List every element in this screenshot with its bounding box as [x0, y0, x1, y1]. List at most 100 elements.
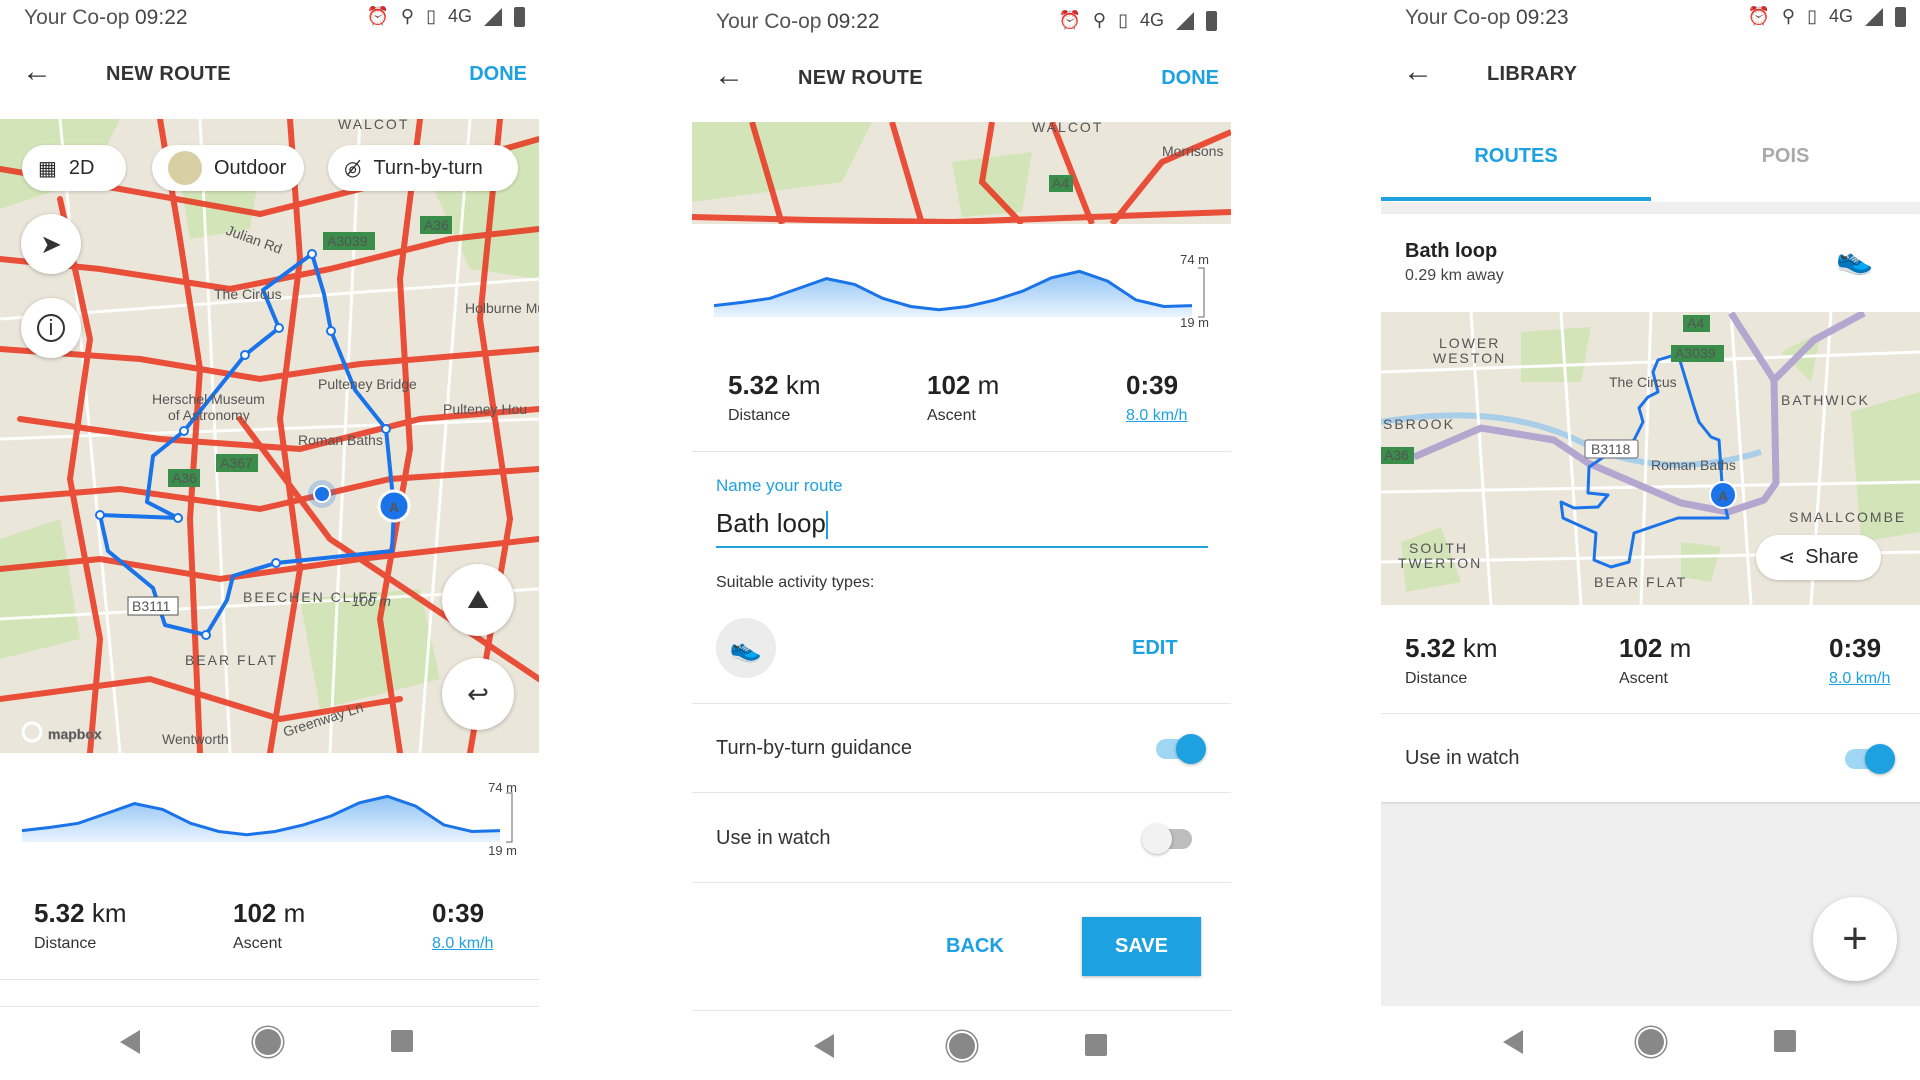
info-icon: i — [37, 314, 65, 342]
svg-text:WALCOT: WALCOT — [1032, 122, 1103, 135]
route-name-label: Name your route — [716, 476, 843, 495]
nav-back-icon[interactable] — [814, 1034, 834, 1058]
alarm-icon: ⏰ — [1058, 10, 1081, 30]
svg-text:100 m: 100 m — [352, 593, 391, 609]
svg-text:Roman Baths: Roman Baths — [298, 432, 383, 448]
nav-home-icon[interactable] — [255, 1029, 281, 1055]
turn-by-turn-toggle[interactable] — [1156, 734, 1206, 764]
map-style-outdoor-button[interactable]: Outdoor — [152, 145, 304, 191]
page-title: LIBRARY — [1487, 63, 1578, 85]
elevation-chart — [21, 792, 513, 843]
locate-me-button[interactable]: ➤ — [21, 214, 81, 274]
turn-by-turn-toggle-button[interactable]: ◎̸ Turn-by-turn — [328, 145, 518, 191]
return-to-start-button[interactable]: ↩ — [442, 658, 514, 730]
undo-arrow-icon: ↩ — [467, 678, 489, 709]
route-map[interactable]: A WALCOT Julian Rd A3039 A36 The Circus … — [0, 119, 539, 753]
battery-icon — [1895, 6, 1906, 27]
activity-types-label: Suitable activity types: — [716, 574, 875, 591]
navigation-arrow-icon: ➤ — [40, 228, 62, 259]
running-shoe-icon: 👟 — [716, 618, 776, 678]
nav-recents-icon[interactable] — [391, 1030, 413, 1052]
speed-link[interactable]: 8.0 km/h — [1829, 670, 1890, 688]
running-shoe-icon: 👟 — [1836, 243, 1874, 276]
edit-activity-button[interactable]: EDIT — [1132, 637, 1178, 660]
mountain-tree-icon: ⛰ — [467, 584, 489, 614]
app-header: ← NEW ROUTE DONE — [692, 56, 1231, 102]
svg-text:A: A — [389, 499, 399, 515]
svg-text:Holburne Museum: Holburne Museum — [465, 300, 539, 316]
location-icon: ⚲ — [1781, 6, 1796, 26]
route-stats: 5.32 km Distance 102 m Ascent 0:39 8.0 km/h — [728, 370, 1188, 425]
nav-recents-icon[interactable] — [1085, 1034, 1107, 1056]
vibrate-icon: ▯ — [426, 6, 436, 26]
speed-link[interactable]: 8.0 km/h — [1126, 407, 1187, 425]
nav-home-icon[interactable] — [1638, 1029, 1664, 1055]
status-time: 09:22 — [135, 6, 188, 29]
svg-text:Morrisons: Morrisons — [1162, 143, 1223, 159]
tab-pois[interactable]: POIS — [1651, 145, 1920, 168]
network-type: 4G — [447, 6, 472, 26]
add-route-button[interactable]: + — [1813, 897, 1897, 981]
tab-routes[interactable]: ROUTES — [1381, 145, 1651, 168]
duration-value: 0:39 — [432, 898, 485, 928]
new-route-map-screen: Your Co-op 09:22 ⏰ ⚲ ▯ 4G ← NEW ROUTE DONE — [0, 0, 539, 1080]
route-distance-away: 0.29 km away — [1405, 267, 1504, 284]
route-card[interactable]: Bath loop 0.29 km away 👟 A LOWER WESTON — [1381, 214, 1920, 802]
app-header: ← NEW ROUTE DONE — [0, 52, 539, 98]
share-button[interactable]: ⋖ Share — [1756, 535, 1881, 580]
use-in-watch-toggle[interactable] — [1845, 744, 1895, 774]
map-canvas: A WALCOT Julian Rd A3039 A36 The Circus … — [0, 119, 539, 753]
divider — [692, 882, 1231, 883]
svg-text:A: A — [1718, 488, 1728, 504]
elevation-profile: 74 m 19 m — [692, 246, 1231, 336]
back-arrow-icon[interactable]: ← — [714, 61, 748, 92]
done-button[interactable]: DONE — [469, 63, 527, 86]
eye-off-icon: ◎̸ — [344, 157, 362, 180]
status-bar: Your Co-op 09:22 ⏰ ⚲ ▯ 4G — [692, 4, 1231, 42]
ascent-value: 102 — [233, 898, 277, 928]
svg-text:LOWER: LOWER — [1439, 335, 1500, 351]
page-title: NEW ROUTE — [798, 67, 923, 89]
nav-home-icon[interactable] — [949, 1033, 975, 1059]
use-in-watch-toggle[interactable] — [1142, 824, 1192, 854]
svg-text:BATHWICK: BATHWICK — [1781, 392, 1870, 408]
done-button[interactable]: DONE — [1161, 67, 1219, 90]
svg-text:TWERTON: TWERTON — [1398, 555, 1482, 571]
status-bar: Your Co-op 09:23 ⏰ ⚲ ▯ 4G — [1381, 0, 1920, 38]
route-map-thumbnail[interactable]: A LOWER WESTON The Circus A4 A3039 BATHW… — [1381, 312, 1920, 605]
svg-text:The Circus: The Circus — [1609, 374, 1677, 390]
nav-recents-icon[interactable] — [1774, 1030, 1796, 1052]
divider — [1381, 713, 1920, 714]
svg-text:A3039: A3039 — [1675, 345, 1716, 361]
carrier-name: Your Co-op — [24, 6, 130, 29]
elevation-range-bracket — [506, 792, 513, 843]
signal-icon — [1176, 11, 1194, 30]
svg-text:WALCOT: WALCOT — [338, 119, 409, 132]
divider — [692, 451, 1231, 452]
svg-text:SMALLCOMBE: SMALLCOMBE — [1789, 509, 1906, 525]
svg-text:Wentworth: Wentworth — [162, 731, 229, 747]
save-button[interactable]: SAVE — [1082, 917, 1201, 976]
svg-text:A36: A36 — [1384, 447, 1409, 463]
route-name-input[interactable]: Bath loop — [716, 508, 1208, 548]
svg-text:B3118: B3118 — [1591, 441, 1631, 457]
elevation-range-bracket — [1198, 267, 1205, 318]
current-location-dot — [313, 485, 331, 503]
distance-value: 5.32 — [34, 898, 85, 928]
route-stats: 5.32 km Distance 102 m Ascent 0:39 8.0 km/h — [34, 898, 494, 953]
alarm-icon: ⏰ — [366, 6, 389, 26]
vibrate-icon: ▯ — [1807, 6, 1817, 26]
speed-link[interactable]: 8.0 km/h — [432, 935, 493, 953]
back-button[interactable]: BACK — [946, 935, 1004, 958]
back-arrow-icon[interactable]: ← — [22, 57, 56, 88]
heatmap-button[interactable]: ⛰ — [442, 564, 514, 636]
page-title: NEW ROUTE — [106, 63, 231, 85]
nav-back-icon[interactable] — [120, 1030, 140, 1054]
nav-back-icon[interactable] — [1503, 1030, 1523, 1054]
app-header: ← LIBRARY — [1381, 52, 1920, 98]
info-button[interactable]: i — [21, 298, 81, 358]
map-mode-2d-button[interactable]: ▦ 2D — [22, 145, 126, 191]
elevation-profile: 74 m 19 m — [0, 771, 539, 861]
back-arrow-icon[interactable]: ← — [1403, 57, 1437, 88]
signal-icon — [484, 7, 502, 26]
